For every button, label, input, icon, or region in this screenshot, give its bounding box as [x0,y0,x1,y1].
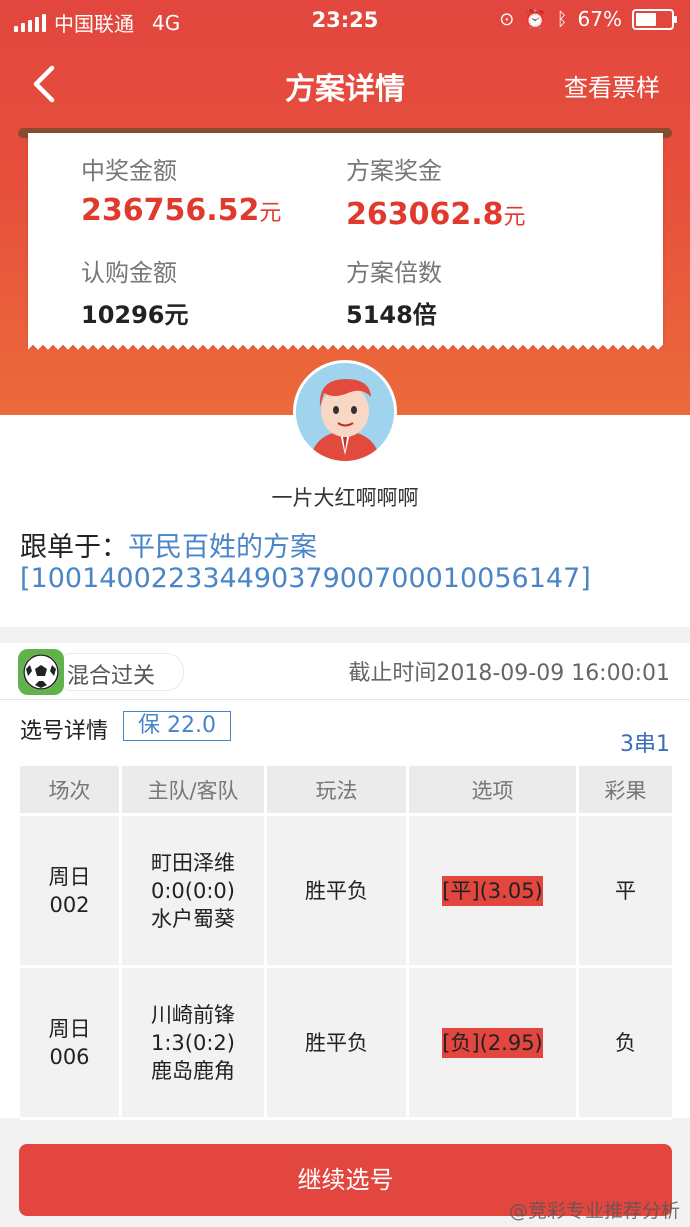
teams-cell: 町田泽维 0:0(0:0) 水户蜀葵 [122,816,267,968]
bao-badge: 保 22.0 [123,711,231,741]
match-day: 周日 [48,864,91,889]
win-amount-number: 236756.52 [81,193,260,228]
table-row: 周日 002 町田泽维 0:0(0:0) 水户蜀葵 胜平负 [平] (3.05) 平 [20,816,672,968]
column-header: 场次 [20,766,122,816]
home-team: 川崎前锋 [151,1002,235,1027]
pass-type: 3串1 [620,732,670,757]
play-cell: 胜平负 [267,816,409,968]
prize-ticket: 中奖金额 236756.52元 方案奖金 263062.8元 认购金额 1029… [28,133,663,353]
bluetooth-icon: ᛒ [556,8,568,30]
match-cell: 周日 002 [20,816,122,968]
option-tag: [平] [442,875,480,906]
column-header: 玩法 [267,766,409,816]
result-cell: 负 [579,968,672,1120]
buy-amount-label: 认购金额 [81,259,177,287]
buy-amount-value: 10296元 [81,301,189,329]
column-header: 主队/客队 [122,766,267,816]
ticket-edge [28,344,663,353]
result-cell: 平 [579,816,672,968]
teams-cell: 川崎前锋 1:3(0:2) 鹿岛鹿角 [122,968,267,1120]
plan-prize-label: 方案奖金 [346,157,442,185]
match-cell: 周日 006 [20,968,122,1120]
watermark: @竞彩专业推荐分析 [508,1200,680,1222]
away-team: 鹿岛鹿角 [151,1058,235,1083]
score: 1:3(0:2) [151,1030,235,1055]
option-cell: [负] (2.95) [409,968,579,1120]
option-cell: [平] (3.05) [409,816,579,968]
plan-prize-value: 263062.8元 [346,197,526,232]
status-bar: 中国联通 4G 23:25 ⊙ ⏰ ᛒ 67% [0,0,690,40]
follow-prefix: 跟单于： [20,532,128,563]
multiple-value: 5148倍 [346,301,437,329]
battery-icon [632,8,677,30]
plan-prize-number: 263062.8 [346,197,504,232]
deadline: 截止时间2018-09-09 16:00:01 [348,661,670,686]
username: 一片大红啊啊啊 [271,486,419,510]
selection-table: 场次 主队/客队 玩法 选项 彩果 周日 002 町田泽维 0:0(0:0) 水户蜀葵… [20,766,672,1120]
user-avatar-icon [296,363,394,461]
play-cell: 胜平负 [267,968,409,1120]
table-header: 场次 主队/客队 玩法 选项 彩果 [20,766,672,816]
plan-section: 混合过关 截止时间2018-09-09 16:00:01 选号详情 保 22.0… [0,643,690,1120]
rotation-lock-icon: ⊙ [499,8,515,30]
column-header: 彩果 [579,766,672,816]
home-team: 町田泽维 [151,850,235,875]
follow-info: 跟单于：平民百姓的方案[1001400223344903790070001005… [20,532,680,594]
option-tag: [负] [442,1027,480,1058]
soccer-ball-icon [18,649,64,695]
selection-title: 选号详情 [20,719,109,744]
alarm-icon: ⏰ [524,8,547,30]
score: 0:0(0:0) [151,878,235,903]
away-team: 水户蜀葵 [151,906,235,931]
battery-percent: 67% [577,7,622,31]
nav-bar: 方案详情 查看票样 [0,48,690,120]
match-day: 周日 [48,1016,91,1041]
play-type-label: 混合过关 [67,664,156,689]
column-header: 选项 [409,766,579,816]
multiple-label: 方案倍数 [346,259,442,287]
option-odds: (2.95) [479,1027,543,1058]
win-amount-value: 236756.52元 [81,193,281,228]
match-no: 002 [49,892,90,917]
table-row: 周日 006 川崎前锋 1:3(0:2) 鹿岛鹿角 胜平负 [负] (2.95) 负 [20,968,672,1120]
avatar[interactable] [293,360,397,464]
match-no: 006 [49,1044,90,1069]
plan-header: 混合过关 截止时间2018-09-09 16:00:01 [0,643,690,700]
option-odds: (3.05) [479,875,543,906]
play-type-chip: 混合过关 [54,653,184,691]
plan-prize-unit: 元 [503,205,526,230]
view-ticket-sample-link[interactable]: 查看票样 [564,68,660,103]
win-amount-unit: 元 [259,201,282,226]
win-amount-label: 中奖金额 [81,157,177,185]
